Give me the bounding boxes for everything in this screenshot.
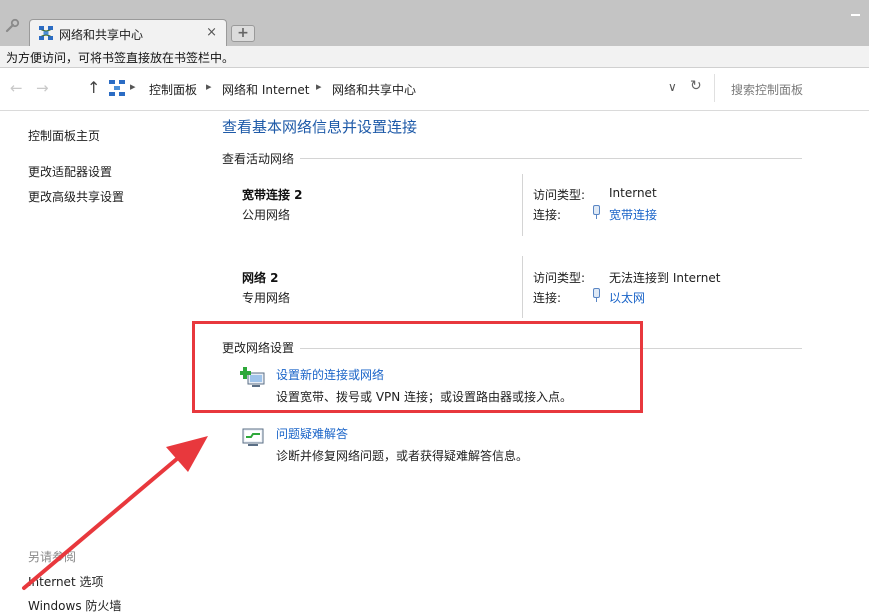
annotation-arrow (22, 436, 208, 590)
